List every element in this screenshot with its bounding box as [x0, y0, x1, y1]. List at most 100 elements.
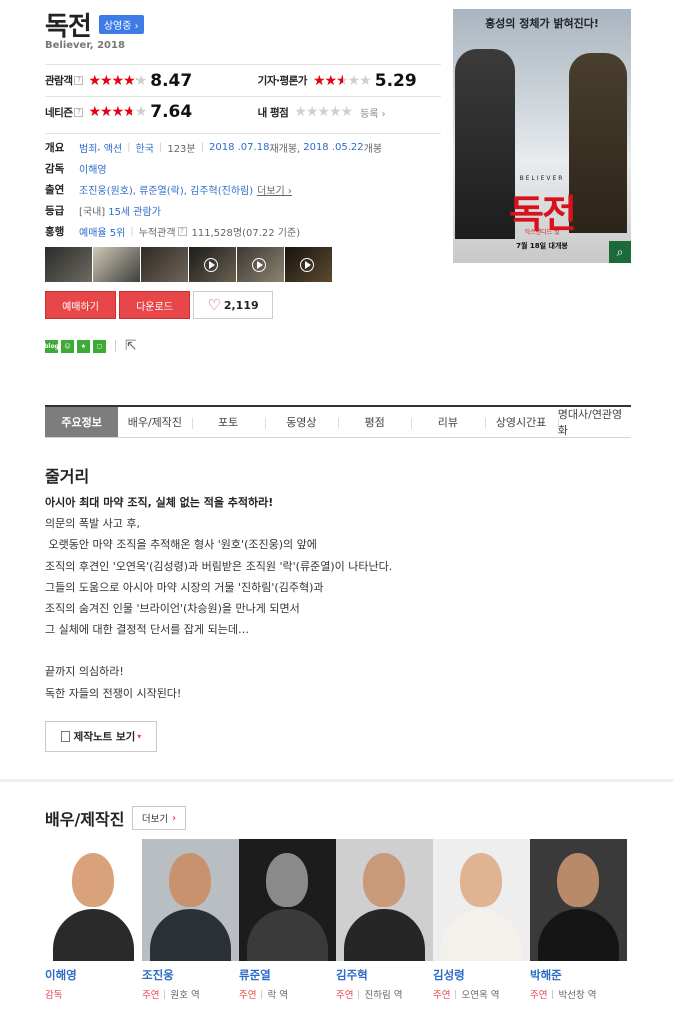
rating-prefix: [국내] — [79, 207, 106, 218]
rating-row-2: 네티즌 ? ★★★★★★★★★★ 7.64 내 평점 ★★★★★★★★★★ 등록… — [45, 96, 441, 127]
still-thumbnail[interactable] — [45, 247, 92, 282]
stills-strip — [45, 247, 332, 282]
bookmark-share-icon[interactable]: ★ — [77, 339, 90, 353]
cast-card[interactable]: 류준열 주연 락 역 — [239, 839, 336, 1001]
cast-card[interactable]: 김성령 주연 오연옥 역 — [433, 839, 530, 1001]
cast-card[interactable]: 김주혁 주연 진하림 역 — [336, 839, 433, 1001]
movie-info: 개요 범죄, 액션 | 한국 | 123분 | 2018 .07.18 재개봉,… — [45, 133, 441, 242]
genre-link[interactable]: 범죄 — [79, 140, 97, 155]
role-name: 오연옥 역 — [461, 990, 500, 1001]
cast-link[interactable]: 조진웅(원호), 류준열(락), 김주혁(진하림) — [79, 182, 253, 197]
tab-showtimes[interactable]: 상영시간표 — [484, 407, 558, 437]
person-role: 주연 원호 역 — [142, 987, 239, 1001]
poster-subtitle: 익스텐디드 컷 — [524, 229, 560, 236]
zoom-icon[interactable]: ⌕ — [609, 241, 631, 263]
still-thumbnail[interactable] — [141, 247, 188, 282]
play-icon — [300, 258, 314, 272]
play-icon — [204, 258, 218, 272]
my-rating-stars[interactable]: ★★★★★★★★★★ — [294, 104, 353, 120]
register-rating-link[interactable]: 등록 › — [360, 105, 386, 120]
person-photo[interactable] — [239, 839, 336, 961]
poster-english-title: BELIEVER — [519, 175, 565, 182]
person-role: 주연 진하림 역 — [336, 987, 433, 1001]
director-link[interactable]: 이해영 — [79, 161, 107, 176]
person-name[interactable]: 박해준 — [530, 967, 627, 983]
person-role: 주연 박선창 역 — [530, 987, 627, 1001]
cast-card[interactable]: 이해영 감독 — [45, 839, 142, 1001]
tab-quotes-related[interactable]: 명대사/연관영화 — [557, 407, 631, 437]
person-photo[interactable] — [433, 839, 530, 961]
status-badge[interactable]: 상영중 › — [98, 15, 144, 34]
rating-mine: 내 평점 ★★★★★★★★★★ 등록 › — [258, 104, 441, 120]
production-note-button[interactable]: 제작노트 보기 ▾ — [45, 721, 157, 752]
tab-rating[interactable]: 평점 — [338, 407, 411, 437]
critics-score: 5.29 — [374, 70, 417, 91]
role-type: 주연 — [433, 990, 451, 1001]
person-name[interactable]: 류준열 — [239, 967, 336, 983]
help-icon[interactable]: ? — [74, 107, 84, 117]
release-suffix: 재개봉, — [269, 144, 301, 155]
blog-share-icon[interactable]: blog — [44, 339, 59, 353]
person-name[interactable]: 이해영 — [45, 967, 142, 983]
movie-poster[interactable]: 흥성의 정체가 밝혀진다! BELIEVER 독전 익스텐디드 컷 7월 18일… — [453, 9, 631, 263]
critics-stars: ★★★★★★★★★★ — [312, 72, 372, 89]
person-photo[interactable] — [336, 839, 433, 961]
reserve-button[interactable]: 예매하기 — [45, 291, 116, 319]
cast-more-link[interactable]: 더보기 › — [257, 182, 292, 197]
like-button[interactable]: ♡ 2,119 — [193, 291, 273, 319]
cast-label: 출연 — [45, 184, 65, 196]
role-type: 감독 — [45, 990, 63, 1001]
tab-review[interactable]: 리뷰 — [411, 407, 484, 437]
role-type: 주연 — [530, 990, 548, 1001]
memo-share-icon[interactable]: ▢ — [93, 339, 106, 353]
cumulative-value: 111,528명 — [191, 228, 243, 239]
still-thumbnail[interactable] — [93, 247, 140, 282]
boxoffice-label: 흥행 — [45, 226, 65, 238]
story-heading: 줄거리 — [45, 467, 90, 486]
story-line: 오랫동안 마약 조직을 추적해온 형사 '원호'(조진웅)의 앞에 — [45, 538, 317, 552]
release-date-link[interactable]: 2018 .07.18 — [209, 142, 269, 153]
cast-list: 이해영 감독 조진웅 주연 원호 역 류준열 주연 락 역 김주혁 주연 진하림… — [45, 839, 627, 1001]
cast-card[interactable]: 박해준 주연 박선창 역 — [530, 839, 627, 1001]
poster-tagline: 흥성의 정체가 밝혀진다! — [485, 17, 599, 30]
section-divider — [0, 779, 674, 782]
person-photo[interactable] — [530, 839, 627, 961]
story-line — [45, 640, 392, 661]
story-line: 그들의 도움으로 아시아 마약 시장의 거물 '진하림'(김주혁)과 — [45, 580, 324, 594]
director-label: 감독 — [45, 163, 65, 175]
title-row: 독전 상영중 › — [45, 6, 144, 43]
movie-title: 독전 — [45, 12, 92, 42]
info-cast: 출연 조진웅(원호), 류준열(락), 김주혁(진하림) 더보기 › — [45, 179, 441, 200]
poster-date: 7월 18일 대개봉 — [516, 242, 568, 250]
tab-cast-crew[interactable]: 배우/제작진 — [118, 407, 191, 437]
person-name[interactable]: 김주혁 — [336, 967, 433, 983]
cast-more-button[interactable]: 더보기 › — [132, 806, 186, 830]
ratings-block: 관람객 ? ★★★★★★★★★★ 8.47 기자·평론가 ★★★★★★★★★★ … — [45, 64, 441, 127]
caret-down-icon: ▾ — [137, 732, 142, 741]
tab-photo[interactable]: 포토 — [191, 407, 265, 437]
help-icon[interactable]: ? — [74, 76, 84, 85]
person-name[interactable]: 조진웅 — [142, 967, 239, 983]
video-thumbnail[interactable] — [285, 247, 332, 282]
rank-link[interactable]: 예매율 5위 — [79, 224, 125, 239]
cumulative-label: 누적관객 — [138, 228, 176, 239]
person-photo[interactable] — [142, 839, 239, 961]
video-thumbnail[interactable] — [237, 247, 284, 282]
age-rating-link[interactable]: 15세 관람가 — [108, 203, 161, 218]
tab-video[interactable]: 동영상 — [264, 407, 338, 437]
video-thumbnail[interactable] — [189, 247, 236, 282]
help-icon[interactable]: ? — [177, 227, 187, 236]
tab-main-info[interactable]: 주요정보 — [45, 407, 119, 437]
role-name: 락 역 — [267, 990, 288, 1001]
release-date-link[interactable]: 2018 .05.22 — [303, 142, 363, 153]
country-link[interactable]: 한국 — [136, 140, 154, 155]
genre-link[interactable]: 액션 — [104, 140, 122, 155]
person-photo[interactable] — [45, 839, 142, 961]
cast-card[interactable]: 조진웅 주연 원호 역 — [142, 839, 239, 1001]
cafe-share-icon[interactable]: ☺ — [61, 339, 74, 353]
download-button[interactable]: 다운로드 — [119, 291, 190, 319]
share-icon[interactable]: ⇱ — [125, 338, 137, 354]
heart-icon: ♡ — [207, 296, 221, 314]
person-name[interactable]: 김성령 — [433, 967, 530, 983]
person-role: 감독 — [45, 987, 142, 1001]
